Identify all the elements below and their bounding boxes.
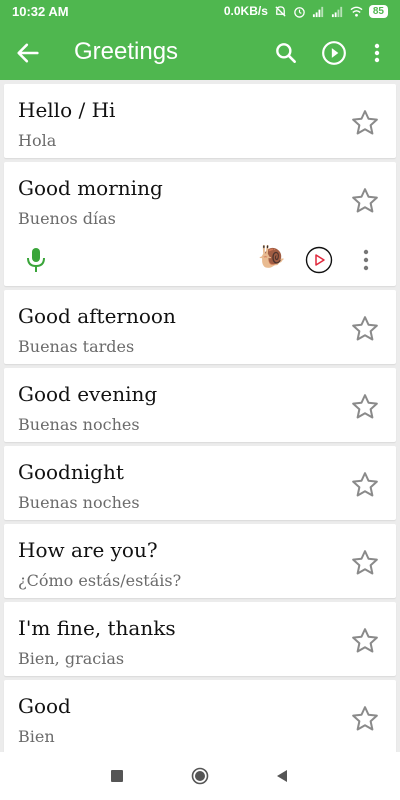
- battery-icon: 85: [368, 4, 388, 18]
- page-title: Greetings: [74, 38, 179, 65]
- phrase-english: I'm fine, thanks: [18, 616, 176, 640]
- back-triangle-icon[interactable]: [274, 768, 290, 784]
- more-vert-icon[interactable]: [356, 246, 376, 274]
- home-circle-icon[interactable]: [191, 767, 209, 785]
- star-icon[interactable]: [350, 626, 380, 656]
- phrase-english: Good afternoon: [18, 304, 176, 328]
- phrase-english: Good: [18, 694, 71, 718]
- signal-icon: [312, 6, 324, 17]
- arrow-back-icon[interactable]: [14, 39, 42, 67]
- phrase-english: How are you?: [18, 538, 158, 562]
- star-icon[interactable]: [350, 186, 380, 216]
- phrase-card[interactable]: Good Bien: [4, 680, 396, 754]
- microphone-icon[interactable]: [24, 246, 48, 274]
- snail-icon[interactable]: 🐌: [258, 244, 286, 272]
- phrase-english: Goodnight: [18, 460, 124, 484]
- alarm-icon: [294, 6, 305, 18]
- star-icon[interactable]: [350, 704, 380, 734]
- phrase-spanish: ¿Cómo estás/estáis?: [18, 571, 182, 590]
- more-vert-icon[interactable]: [367, 40, 387, 66]
- mute-icon: [275, 5, 286, 17]
- phrase-spanish: Hola: [18, 131, 57, 150]
- phrase-card-expanded[interactable]: Good morning Buenos días 🐌: [4, 162, 396, 286]
- phrase-card[interactable]: Good afternoon Buenas tardes: [4, 290, 396, 364]
- status-bar: 10:32 AM 0.0KB/s 85: [0, 0, 400, 26]
- play-circle-icon[interactable]: [321, 40, 347, 66]
- phrase-spanish: Bien, gracias: [18, 649, 125, 668]
- network-speed: 0.0KB/s: [223, 4, 268, 18]
- phrase-card[interactable]: Goodnight Buenas noches: [4, 446, 396, 520]
- phrase-card[interactable]: I'm fine, thanks Bien, gracias: [4, 602, 396, 676]
- wifi-icon: [350, 6, 363, 17]
- phrase-english: Good evening: [18, 382, 158, 406]
- star-icon[interactable]: [350, 392, 380, 422]
- phrase-spanish: Buenas noches: [18, 415, 140, 434]
- signal-icon: [331, 6, 343, 17]
- play-circle-red-icon[interactable]: [304, 245, 334, 275]
- star-icon[interactable]: [350, 108, 380, 138]
- status-time: 10:32 AM: [12, 4, 69, 19]
- phrase-spanish: Buenos días: [18, 209, 116, 228]
- top-bar: 10:32 AM 0.0KB/s 85 Greetings: [0, 0, 400, 80]
- phrase-card[interactable]: Hello / Hi Hola: [4, 84, 396, 158]
- phrase-english: Hello / Hi: [18, 98, 116, 122]
- status-icons: 0.0KB/s 85: [224, 4, 388, 18]
- phrase-tools: 🐌: [4, 242, 396, 278]
- app-bar: Greetings: [0, 26, 400, 80]
- star-icon[interactable]: [350, 548, 380, 578]
- phrase-card[interactable]: Good evening Buenas noches: [4, 368, 396, 442]
- star-icon[interactable]: [350, 314, 380, 344]
- phrase-spanish: Buenas noches: [18, 493, 140, 512]
- recents-square-icon[interactable]: [111, 770, 123, 782]
- phrase-card[interactable]: How are you? ¿Cómo estás/estáis?: [4, 524, 396, 598]
- system-nav-bar: [0, 752, 400, 800]
- phrase-list: Hello / Hi Hola Good morning Buenos días…: [4, 84, 396, 758]
- phrase-spanish: Bien: [18, 727, 55, 746]
- star-icon[interactable]: [350, 470, 380, 500]
- phrase-spanish: Buenas tardes: [18, 337, 135, 356]
- phrase-english: Good morning: [18, 176, 163, 200]
- search-icon[interactable]: [273, 40, 299, 66]
